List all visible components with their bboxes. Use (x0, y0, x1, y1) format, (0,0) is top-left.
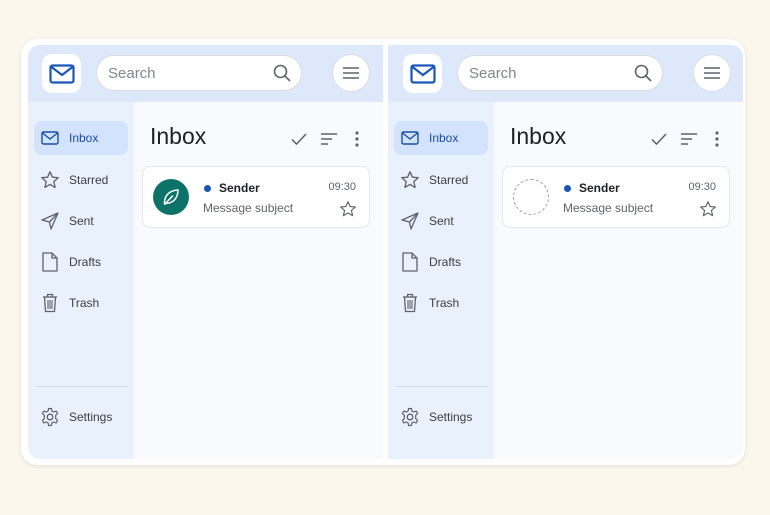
hamburger-menu-icon (343, 67, 359, 79)
filter-button[interactable] (319, 129, 339, 149)
top-bar (388, 45, 743, 102)
search-box[interactable] (457, 55, 663, 91)
app-logo[interactable] (42, 54, 81, 93)
sidebar-item-inbox[interactable]: Inbox (394, 121, 488, 155)
sidebar-item-settings[interactable]: Settings (394, 400, 488, 434)
message-card[interactable]: Sender 09:30 Message subject (142, 166, 370, 228)
unread-dot (204, 185, 211, 192)
star-toggle-icon[interactable] (339, 200, 357, 218)
star-toggle-icon[interactable] (699, 200, 717, 218)
sidebar-divider (396, 386, 488, 387)
more-options-button[interactable] (347, 129, 367, 149)
page-title: Inbox (510, 123, 567, 149)
sidebar-item-starred[interactable]: Starred (394, 163, 488, 197)
trash-icon (43, 293, 57, 313)
filter-button[interactable] (679, 129, 699, 149)
sidebar-item-label: Trash (69, 296, 100, 310)
mail-app-panel-right: Inbox Starred Sent Drafts Trash Settings… (388, 45, 743, 459)
menu-button[interactable] (332, 54, 370, 92)
draft-icon (402, 252, 418, 272)
mark-read-button[interactable] (289, 129, 309, 149)
mail-app-panel-left: Inbox Starred Sent Drafts Trash Settings… (28, 45, 383, 459)
sidebar-item-label: Drafts (69, 255, 102, 269)
sidebar: Inbox Starred Sent Drafts Trash Settings (388, 102, 494, 459)
sidebar-item-drafts[interactable]: Drafts (394, 245, 488, 279)
sidebar-item-trash[interactable]: Trash (394, 286, 488, 320)
more-vertical-icon (715, 131, 719, 147)
sidebar-item-label: Sent (429, 214, 454, 228)
sidebar-item-label: Inbox (429, 131, 459, 145)
menu-button[interactable] (693, 54, 731, 92)
sidebar-item-settings[interactable]: Settings (34, 400, 128, 434)
sidebar-item-label: Starred (69, 173, 109, 187)
sidebar-item-trash[interactable]: Trash (34, 286, 128, 320)
top-bar (28, 45, 383, 102)
avatar (153, 179, 189, 215)
trash-icon (403, 293, 417, 313)
check-icon (651, 133, 667, 146)
search-input[interactable] (469, 63, 629, 83)
check-icon (291, 133, 307, 146)
message-subject: Message subject (563, 201, 654, 215)
avatar-placeholder (513, 179, 549, 215)
search-icon[interactable] (272, 63, 292, 83)
more-options-button[interactable] (707, 129, 727, 149)
sidebar-item-label: Starred (429, 173, 469, 187)
draft-icon (42, 252, 58, 272)
sidebar-item-sent[interactable]: Sent (34, 204, 128, 238)
inbox-main: Inbox Sender 09:30 Message subject (135, 102, 383, 459)
message-time: 09:30 (688, 181, 716, 193)
sidebar-item-label: Sent (69, 214, 94, 228)
search-box[interactable] (96, 55, 302, 91)
filter-icon (321, 133, 337, 145)
unread-dot (564, 185, 571, 192)
mail-icon (401, 131, 419, 145)
sidebar-item-label: Trash (429, 296, 460, 310)
search-input[interactable] (108, 63, 268, 83)
sidebar-item-label: Drafts (429, 255, 462, 269)
sidebar-item-sent[interactable]: Sent (394, 204, 488, 238)
hamburger-menu-icon (704, 67, 720, 79)
star-icon (41, 171, 59, 189)
mail-logo-icon (409, 63, 436, 84)
message-sender: Sender (579, 181, 620, 195)
app-logo[interactable] (403, 54, 442, 93)
send-icon (401, 212, 419, 230)
star-icon (401, 171, 419, 189)
inbox-main: Inbox Sender 09:30 Message subject (495, 102, 743, 459)
settings-label: Settings (429, 410, 473, 424)
mark-read-button[interactable] (649, 129, 669, 149)
message-card[interactable]: Sender 09:30 Message subject (502, 166, 730, 228)
gear-icon (401, 407, 419, 427)
gear-icon (41, 407, 59, 427)
message-subject: Message subject (203, 201, 294, 215)
leaf-icon (163, 189, 179, 206)
search-icon[interactable] (633, 63, 653, 83)
mail-logo-icon (48, 63, 75, 84)
sidebar-item-drafts[interactable]: Drafts (34, 245, 128, 279)
sidebar-item-starred[interactable]: Starred (34, 163, 128, 197)
sidebar: Inbox Starred Sent Drafts Trash Settings (28, 102, 134, 459)
sidebar-item-label: Inbox (69, 131, 99, 145)
mail-icon (41, 131, 59, 145)
page-title: Inbox (150, 123, 207, 149)
filter-icon (681, 133, 697, 145)
sidebar-item-inbox[interactable]: Inbox (34, 121, 128, 155)
send-icon (41, 212, 59, 230)
more-vertical-icon (355, 131, 359, 147)
message-time: 09:30 (328, 181, 356, 193)
message-sender: Sender (219, 181, 260, 195)
sidebar-divider (36, 386, 128, 387)
settings-label: Settings (69, 410, 113, 424)
